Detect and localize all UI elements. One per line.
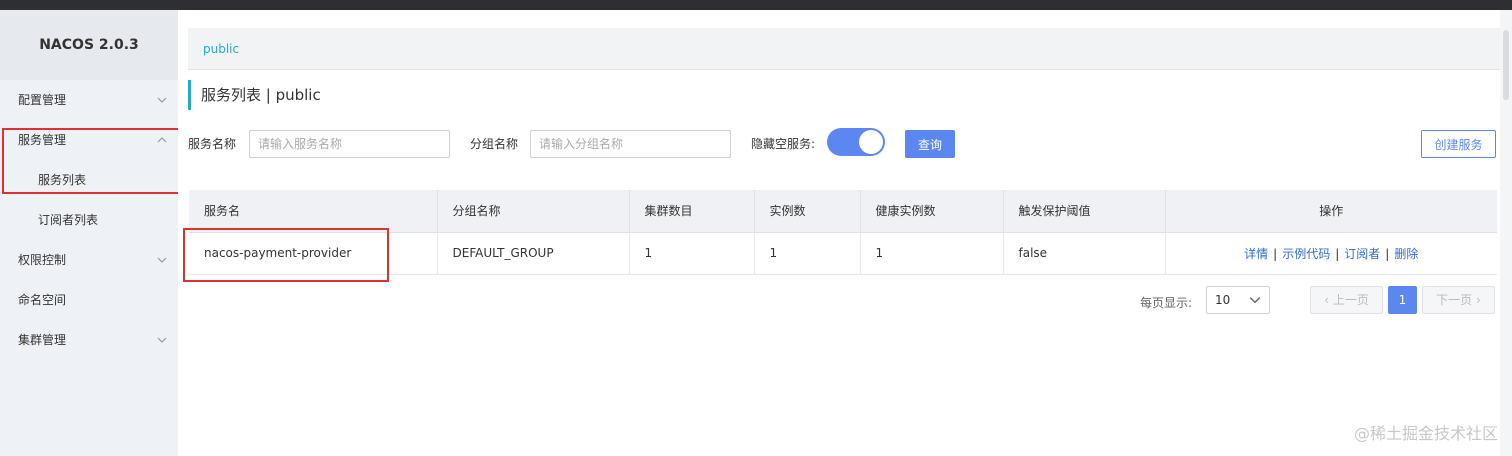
column-header: 健康实例数 (860, 190, 1004, 233)
column-header: 服务名 (189, 190, 438, 233)
column-header: 集群数目 (629, 190, 755, 233)
group-name-label: 分组名称 (470, 137, 519, 151)
toggle-knob (859, 130, 883, 154)
page-title: 服务列表 | public (188, 80, 321, 110)
detail-link[interactable]: 详情 (1244, 247, 1268, 261)
highlight-box-sidebar (2, 128, 180, 194)
cell-healthy: 1 (860, 232, 1004, 275)
chevron-down-icon (156, 80, 168, 120)
app-title: NACOS 2.0.3 (0, 10, 178, 80)
page-size-label: 每页显示: (1140, 296, 1193, 310)
delete-link[interactable]: 删除 (1394, 247, 1418, 261)
query-button[interactable]: 查询 (905, 130, 955, 158)
page-number-current[interactable]: 1 (1388, 286, 1417, 314)
sidebar-item-config[interactable]: 配置管理 (0, 80, 178, 120)
separator: | (1385, 246, 1390, 261)
page-size-select[interactable]: 10 (1206, 286, 1270, 314)
sidebar-item-namespace[interactable]: 命名空间 (0, 280, 178, 320)
service-name-label: 服务名称 (188, 137, 237, 151)
table-header-row: 服务名 分组名称 集群数目 实例数 健康实例数 触发保护阈值 操作 (189, 190, 1497, 233)
hide-empty-toggle[interactable] (827, 128, 885, 156)
cell-clusters: 1 (629, 232, 755, 275)
cell-instances: 1 (754, 232, 861, 275)
next-page-label: 下一页 (1436, 293, 1473, 307)
chevron-down-icon (156, 240, 168, 280)
separator: | (1273, 246, 1278, 261)
cell-threshold: false (1003, 232, 1166, 275)
sidebar-item-auth[interactable]: 权限控制 (0, 240, 178, 280)
page-size-value: 10 (1215, 293, 1231, 307)
cell-group: DEFAULT_GROUP (437, 232, 630, 275)
column-header: 触发保护阈值 (1003, 190, 1166, 233)
column-header: 实例数 (754, 190, 861, 233)
sample-code-link[interactable]: 示例代码 (1282, 247, 1330, 261)
sidebar: NACOS 2.0.3 配置管理 服务管理 服务列表 订阅者列表 权限控制 命名… (0, 10, 178, 456)
create-service-button[interactable]: 创建服务 (1421, 130, 1496, 158)
sidebar-item-label: 集群管理 (18, 333, 67, 347)
scrollbar-thumb[interactable] (1503, 30, 1509, 100)
sidebar-item-label: 配置管理 (18, 93, 67, 107)
prev-page-button[interactable]: ‹ 上一页 (1310, 286, 1383, 314)
scrollbar[interactable] (1500, 10, 1512, 456)
watermark: @稀土掘金技术社区 (1353, 424, 1498, 443)
chevron-down-icon (1249, 287, 1261, 313)
chevron-down-icon (156, 320, 168, 360)
subscriber-link[interactable]: 订阅者 (1344, 247, 1380, 261)
chevron-left-icon: ‹ (1324, 293, 1329, 307)
sidebar-item-label: 命名空间 (18, 293, 67, 307)
next-page-button[interactable]: 下一页 › (1422, 286, 1495, 314)
sidebar-item-cluster[interactable]: 集群管理 (0, 320, 178, 360)
sidebar-item-subscriber-list[interactable]: 订阅者列表 (0, 200, 178, 240)
chevron-right-icon: › (1476, 293, 1481, 307)
prev-page-label: 上一页 (1332, 293, 1369, 307)
top-bar (0, 0, 1512, 10)
hide-empty-label: 隐藏空服务: (751, 137, 816, 151)
column-header: 操作 (1165, 190, 1497, 233)
breadcrumb[interactable]: public (188, 28, 1504, 70)
service-name-input[interactable] (249, 130, 450, 158)
cell-actions: 详情 | 示例代码 | 订阅者 | 删除 (1165, 232, 1497, 275)
separator: | (1335, 246, 1340, 261)
group-name-input[interactable] (530, 130, 731, 158)
highlight-box-service-row (183, 228, 389, 282)
column-header: 分组名称 (437, 190, 630, 233)
sidebar-item-label: 权限控制 (18, 253, 67, 267)
sidebar-item-label: 订阅者列表 (38, 213, 99, 227)
